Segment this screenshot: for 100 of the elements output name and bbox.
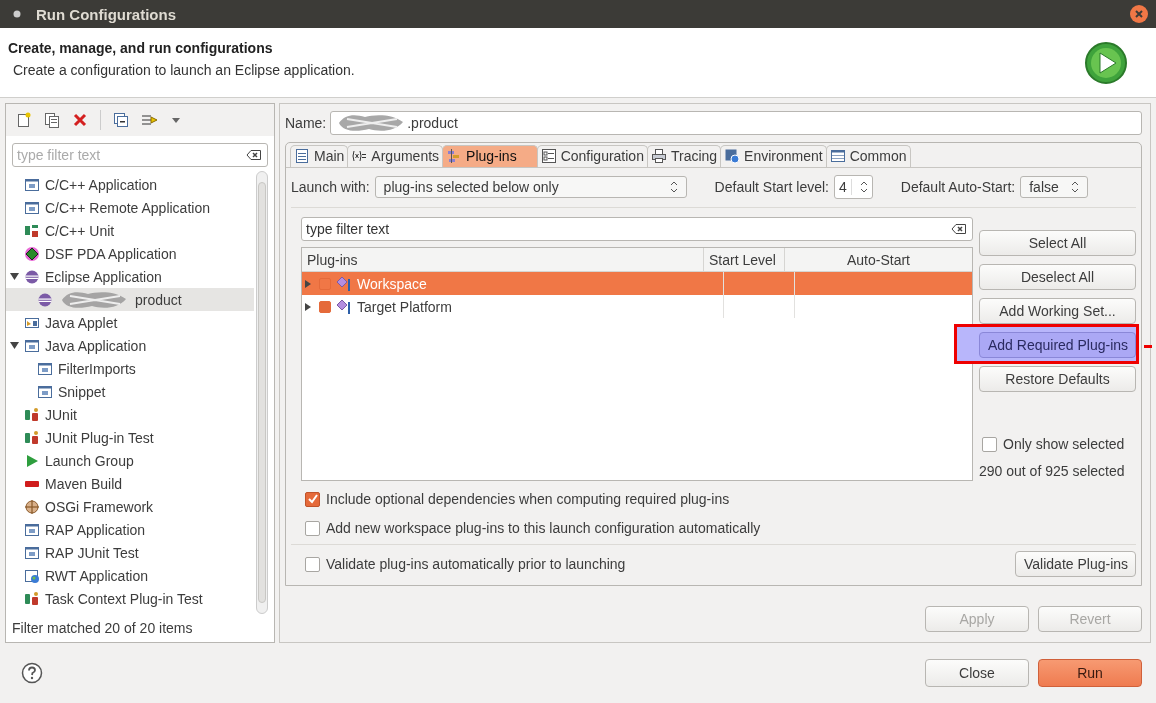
run-icon xyxy=(1084,40,1128,85)
dialog-button[interactable]: Close xyxy=(925,659,1029,687)
checkbox[interactable] xyxy=(305,556,320,572)
filter-field[interactable]: type filter text xyxy=(301,217,973,241)
table-icon xyxy=(829,148,846,164)
tree-item-label: RAP JUnit Test xyxy=(45,544,139,561)
tree-item[interactable]: OSGi Framework xyxy=(6,495,254,518)
tree-item[interactable]: RWT Application xyxy=(6,564,254,587)
spinner-arrows-icon xyxy=(859,180,868,194)
tree-item-label: Snippet xyxy=(58,383,106,400)
checkbox[interactable] xyxy=(305,491,320,507)
tree-item-label: product xyxy=(135,291,182,308)
window-icon xyxy=(24,521,40,538)
test-icon xyxy=(24,406,40,423)
checkbox[interactable] xyxy=(305,520,320,536)
window-icon xyxy=(37,383,53,400)
tree-item-label: Launch Group xyxy=(45,452,134,469)
tree-item[interactable]: product xyxy=(6,288,254,311)
filter-field[interactable]: type filter text xyxy=(12,143,268,167)
check-icon xyxy=(306,493,319,505)
scrollbar[interactable] xyxy=(256,171,268,614)
side-button[interactable]: Add Required Plug-ins xyxy=(979,332,1136,358)
tree-item[interactable]: Java Applet xyxy=(6,311,254,334)
clear-icon xyxy=(246,149,262,161)
side-button[interactable]: Restore Defaults xyxy=(979,366,1136,392)
window-icon xyxy=(24,199,40,216)
tree-item-label: Eclipse Application xyxy=(45,268,162,285)
tree-item[interactable]: Java Application xyxy=(6,334,254,357)
side-button[interactable]: Select All xyxy=(979,230,1136,256)
tree-item[interactable]: Task Context Plug-in Test xyxy=(6,587,254,610)
tree-item-label: RAP Application xyxy=(45,521,146,538)
tree-item-label: DSF PDA Application xyxy=(45,245,177,262)
window-icon xyxy=(37,360,53,377)
tab[interactable]: Common xyxy=(825,145,911,167)
tree-item-label: Task Context Plug-in Test xyxy=(45,590,203,607)
sphere-icon xyxy=(24,268,40,285)
tree-item-label: C/C++ Remote Application xyxy=(45,199,210,216)
checkbox-label: Only show selected xyxy=(1003,436,1125,452)
auto-start-dropdown[interactable]: false xyxy=(1020,176,1089,198)
checkbox-label: Add new workspace plug-ins to this launch configuration automatically xyxy=(326,520,761,536)
document-icon xyxy=(294,148,310,164)
spinner-arrows-icon xyxy=(1071,180,1080,194)
name-field[interactable]: .product xyxy=(330,111,1142,135)
tree-item[interactable]: C/C++ Unit xyxy=(6,219,254,242)
test-icon xyxy=(24,429,40,446)
close-button[interactable] xyxy=(1130,5,1148,23)
checkbox[interactable] xyxy=(319,300,331,313)
window-title: Run Configurations xyxy=(36,5,176,23)
column-header[interactable]: Auto-Start xyxy=(785,248,972,271)
diamond-icon xyxy=(24,245,40,262)
validate-button[interactable]: Validate Plug-ins xyxy=(1015,551,1136,577)
tree-item[interactable]: Maven Build xyxy=(6,472,254,495)
dialog-description: Create a configuration to launch an Eclipse application. xyxy=(12,61,356,78)
selection-count: 290 out of 925 selected xyxy=(979,463,1126,481)
tree-item[interactable]: JUnit Plug-in Test xyxy=(6,426,254,449)
tree-item[interactable]: C/C++ Remote Application xyxy=(6,196,254,219)
table-row[interactable]: Target Platform xyxy=(302,295,972,318)
checkbox-label: Include optional dependencies when computing required plug-ins xyxy=(326,491,730,507)
window-icon xyxy=(24,544,40,561)
tree-item[interactable]: C/C++ Application xyxy=(6,173,254,196)
filter-icon xyxy=(141,112,159,128)
unit-test-icon xyxy=(24,222,40,239)
plug-in-icon xyxy=(336,275,352,292)
tree-item[interactable]: Launch Group xyxy=(6,449,254,472)
globe-window-icon xyxy=(24,567,40,584)
tree-item[interactable]: DSF PDA Application xyxy=(6,242,254,265)
tab[interactable]: Plug-ins xyxy=(442,145,538,167)
tree-item[interactable]: JUnit xyxy=(6,403,254,426)
side-button[interactable]: Add Working Set... xyxy=(979,298,1136,324)
side-button[interactable]: Deselect All xyxy=(979,264,1136,290)
tree-item-label: C/C++ Application xyxy=(45,176,158,193)
close-icon xyxy=(1134,9,1144,19)
variable-icon xyxy=(351,148,368,164)
launch-with-label: Launch with: xyxy=(291,179,370,195)
clear-icon xyxy=(951,223,967,235)
play-icon xyxy=(24,452,40,469)
window-menu-icon xyxy=(12,9,22,19)
start-level-spinner[interactable]: 4 xyxy=(834,175,873,199)
plug-in-icon xyxy=(336,298,352,315)
tree-item[interactable]: Snippet xyxy=(6,380,254,403)
copy-icon xyxy=(44,112,60,128)
dialog-button[interactable]: Run xyxy=(1038,659,1142,687)
dialog-title: Create, manage, and run configurations xyxy=(8,39,274,56)
column-header[interactable]: Plug-ins xyxy=(302,248,704,271)
tree-item-label: RWT Application xyxy=(45,567,148,584)
scroll-thumb[interactable] xyxy=(258,182,266,603)
tree-item[interactable]: RAP JUnit Test xyxy=(6,541,254,564)
tree-item[interactable]: Eclipse Application xyxy=(6,265,254,288)
delete-icon xyxy=(72,112,88,128)
start-level-label: Default Start level: xyxy=(714,179,829,195)
tree-item-label: FilterImports xyxy=(58,360,136,377)
column-header[interactable]: Start Level xyxy=(704,248,785,271)
checkbox[interactable] xyxy=(982,436,997,452)
launch-with-dropdown[interactable]: plug-ins selected below only xyxy=(374,176,687,198)
plug-in-name: Workspace xyxy=(357,275,427,292)
new-icon xyxy=(16,112,32,128)
auto-start-label: Default Auto-Start: xyxy=(900,179,1016,195)
tree-item[interactable]: FilterImports xyxy=(6,357,254,380)
tree-item[interactable]: RAP Application xyxy=(6,518,254,541)
tree-item-label: JUnit Plug-in Test xyxy=(45,429,154,446)
